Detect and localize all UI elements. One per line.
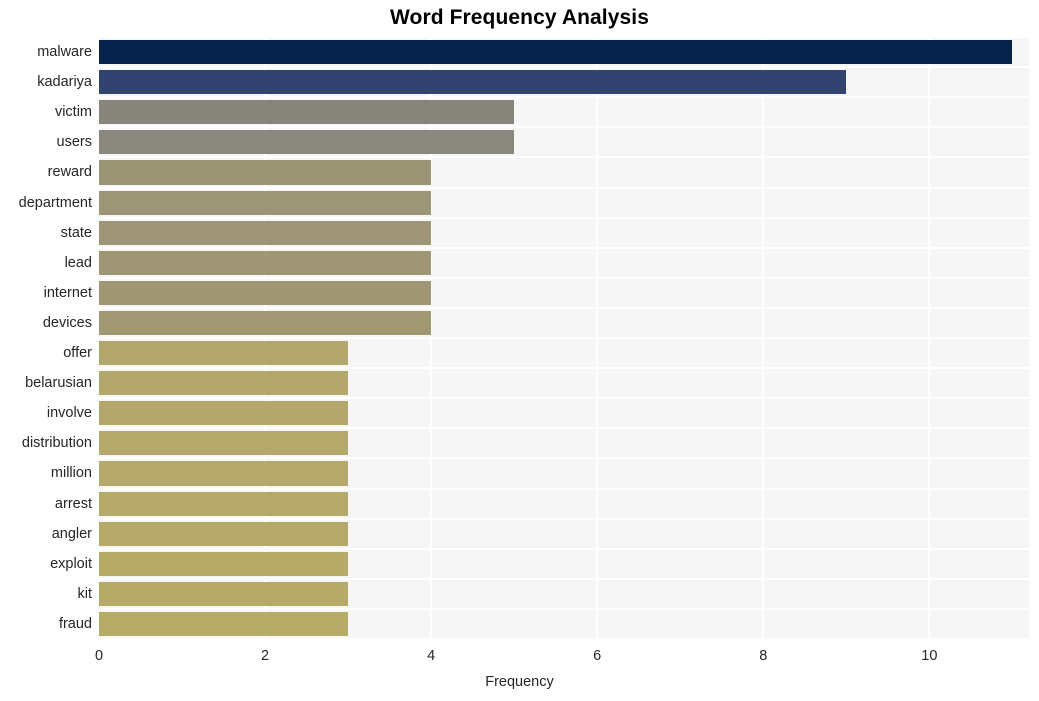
bar-row <box>99 37 1029 67</box>
bar[interactable] <box>99 521 349 546</box>
y-axis-tick-label: involve <box>46 405 92 422</box>
bar-row <box>99 127 1029 157</box>
bar-row <box>99 398 1029 428</box>
bar-row <box>99 308 1029 338</box>
bar-row <box>99 489 1029 519</box>
y-axis-tick-label: malware <box>37 44 92 61</box>
bar-row <box>99 97 1029 127</box>
bar[interactable] <box>99 581 349 606</box>
y-axis-tick-label: fraud <box>58 615 92 632</box>
bar[interactable] <box>99 100 515 125</box>
bar[interactable] <box>99 160 432 185</box>
bar[interactable] <box>99 220 432 245</box>
bar[interactable] <box>99 371 349 396</box>
bar[interactable] <box>99 611 349 637</box>
bar-row <box>99 338 1029 368</box>
y-axis-tick-label: distribution <box>21 435 92 452</box>
y-axis-tick-label: reward <box>47 164 92 181</box>
bar[interactable] <box>99 310 432 336</box>
y-axis-tick-label: kit <box>77 585 93 602</box>
bar-row <box>99 549 1029 579</box>
y-axis-tick-label: department <box>18 194 92 211</box>
y-axis-tick-label: kadariya <box>37 74 92 91</box>
x-axis-tick-label: 2 <box>261 648 270 664</box>
bar-row <box>99 519 1029 549</box>
y-axis-tick-label: devices <box>42 314 92 331</box>
bar-row <box>99 428 1029 458</box>
x-axis-tick-label: 8 <box>759 648 768 664</box>
y-axis-tick-label: exploit <box>50 555 92 572</box>
bar-row <box>99 579 1029 609</box>
bar-row <box>99 157 1029 187</box>
bar[interactable] <box>99 40 1013 65</box>
bar[interactable] <box>99 551 349 576</box>
bar[interactable] <box>99 431 349 456</box>
y-axis-tick-label: users <box>56 134 92 151</box>
bar[interactable] <box>99 130 515 155</box>
y-axis-tick-label: state <box>60 224 92 241</box>
bar-row <box>99 458 1029 488</box>
y-axis-tick-label: internet <box>43 284 92 301</box>
bar[interactable] <box>99 70 847 95</box>
x-axis-tick-label: 6 <box>593 648 602 664</box>
plot-area <box>98 36 1029 640</box>
y-axis-tick-label: arrest <box>54 495 92 512</box>
bar[interactable] <box>99 280 432 305</box>
y-axis-tick-label: offer <box>63 345 92 362</box>
bar-row <box>99 609 1029 639</box>
y-axis-tick-label: belarusian <box>25 375 92 392</box>
bar-row <box>99 248 1029 278</box>
y-axis-tick-label: victim <box>54 104 92 121</box>
x-axis-label: Frequency <box>485 674 554 690</box>
bar-row <box>99 278 1029 308</box>
bar-row <box>99 188 1029 218</box>
bar[interactable] <box>99 461 349 486</box>
bar-row <box>99 218 1029 248</box>
bar[interactable] <box>99 250 432 275</box>
x-axis-tick-label: 10 <box>921 648 938 664</box>
bar[interactable] <box>99 401 349 426</box>
y-axis-tick-label: lead <box>64 254 92 271</box>
y-axis-tick-label: angler <box>51 525 92 542</box>
chart-figure: Word Frequency Analysis malware kadariya v… <box>0 0 1039 701</box>
chart-title: Word Frequency Analysis <box>389 6 650 29</box>
bar[interactable] <box>99 491 349 516</box>
bar[interactable] <box>99 190 432 215</box>
x-axis-tick-label: 0 <box>94 648 104 664</box>
bar-row <box>99 67 1029 97</box>
bar-row <box>99 368 1029 398</box>
x-axis-tick-label: 4 <box>427 648 436 664</box>
bar[interactable] <box>99 341 349 366</box>
y-axis-tick-label: million <box>50 465 92 482</box>
